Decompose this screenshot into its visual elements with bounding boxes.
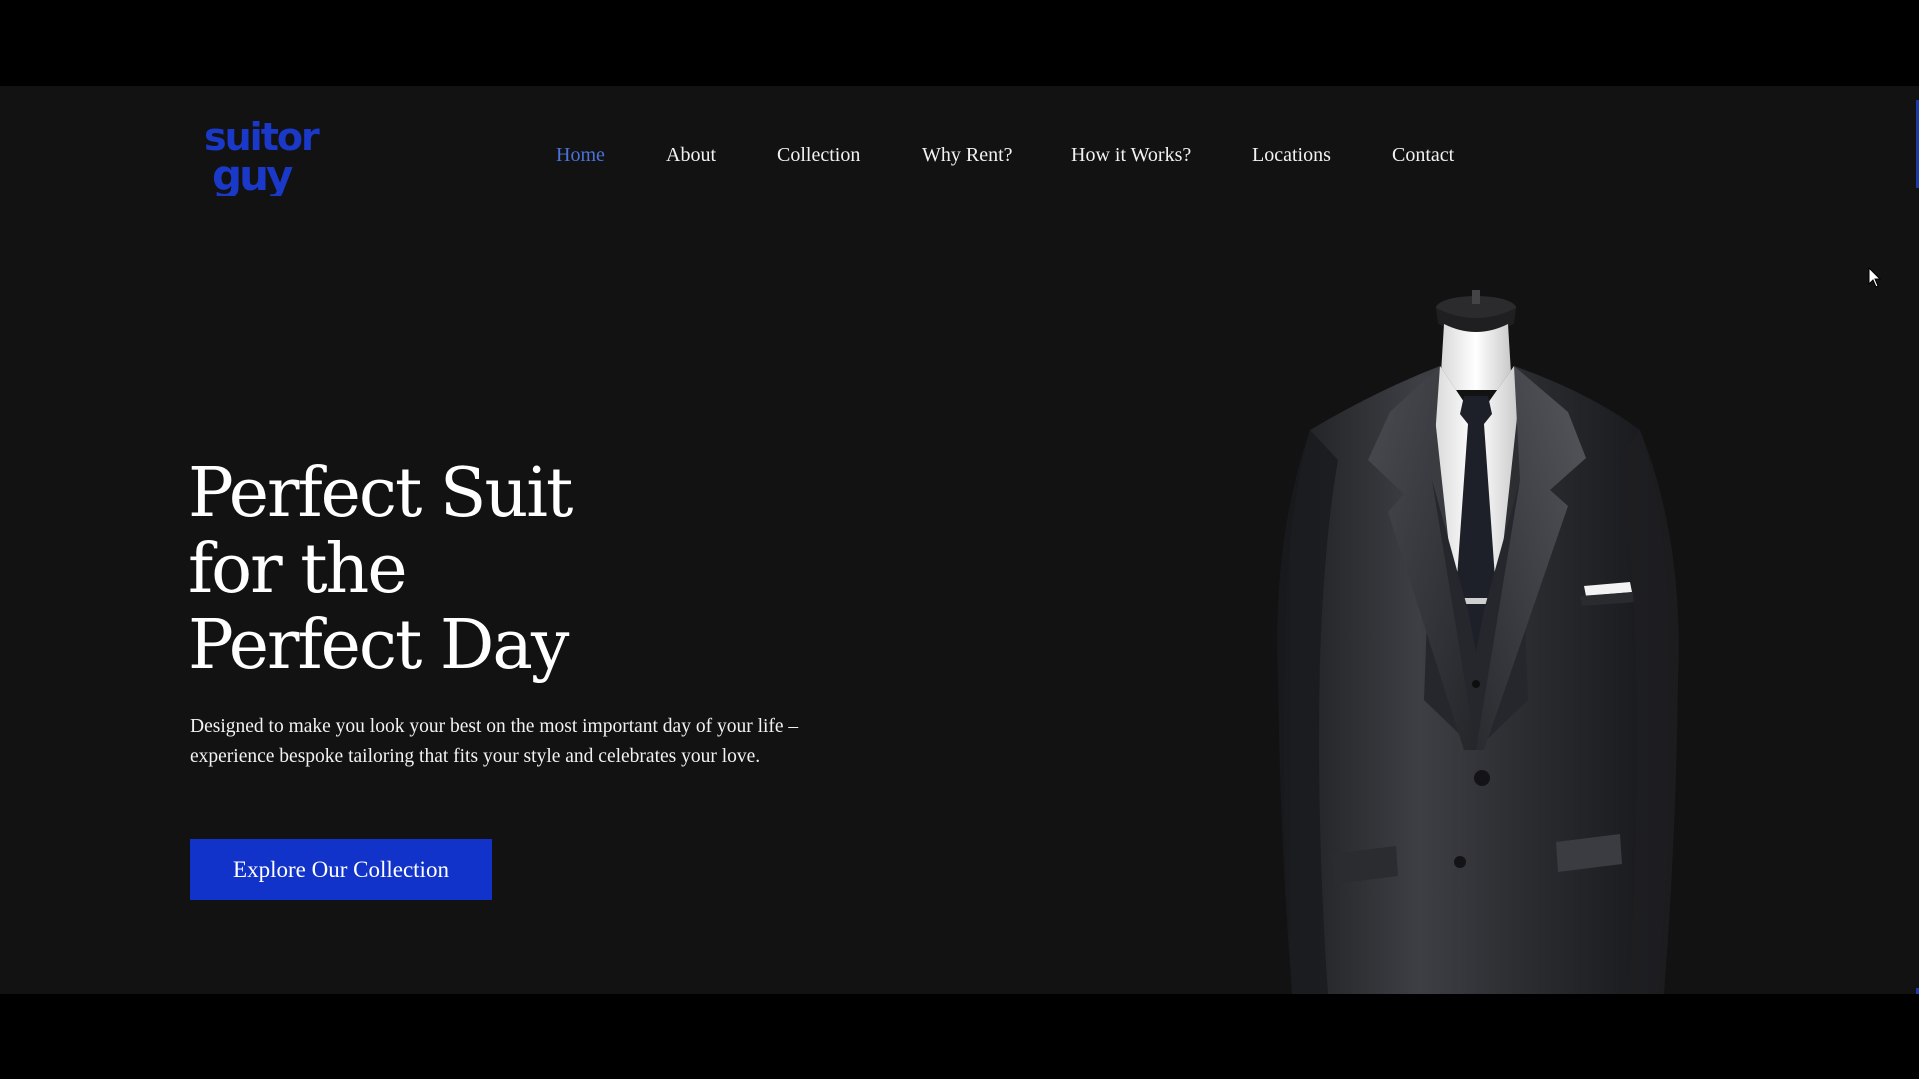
nav-contact[interactable]: Contact <box>1392 144 1454 167</box>
brand-logo[interactable]: suitor guy <box>202 114 342 196</box>
logo-line-2: guy <box>212 151 293 196</box>
hero-title-line-1: Perfect Suit <box>188 454 573 533</box>
nav-why-rent[interactable]: Why Rent? <box>922 144 1013 167</box>
nav-home[interactable]: Home <box>556 144 605 167</box>
screen: suitor guy Home About Collection Why Ren… <box>0 0 1919 1079</box>
nav-about[interactable]: About <box>666 144 716 167</box>
suit-mannequin-image <box>1228 280 1732 994</box>
explore-collection-button[interactable]: Explore Our Collection <box>190 839 492 900</box>
hero-title-line-3: Perfect Day <box>188 606 569 685</box>
suit-icon <box>1277 290 1679 994</box>
suitor-guy-logo-icon: suitor guy <box>204 115 322 196</box>
nav-collection[interactable]: Collection <box>777 144 860 167</box>
webpage: suitor guy Home About Collection Why Ren… <box>0 86 1919 994</box>
mouse-cursor-icon <box>1868 267 1882 288</box>
nav-how-it-works[interactable]: How it Works? <box>1071 144 1191 167</box>
hero-subtitle: Designed to make you look your best on t… <box>190 716 799 767</box>
hero-title: Perfect Suit for the Perfect Day <box>188 454 573 685</box>
site-header: suitor guy Home About Collection Why Ren… <box>0 86 1919 226</box>
nav-locations[interactable]: Locations <box>1252 144 1331 167</box>
hero-title-line-2: for the <box>188 530 408 609</box>
